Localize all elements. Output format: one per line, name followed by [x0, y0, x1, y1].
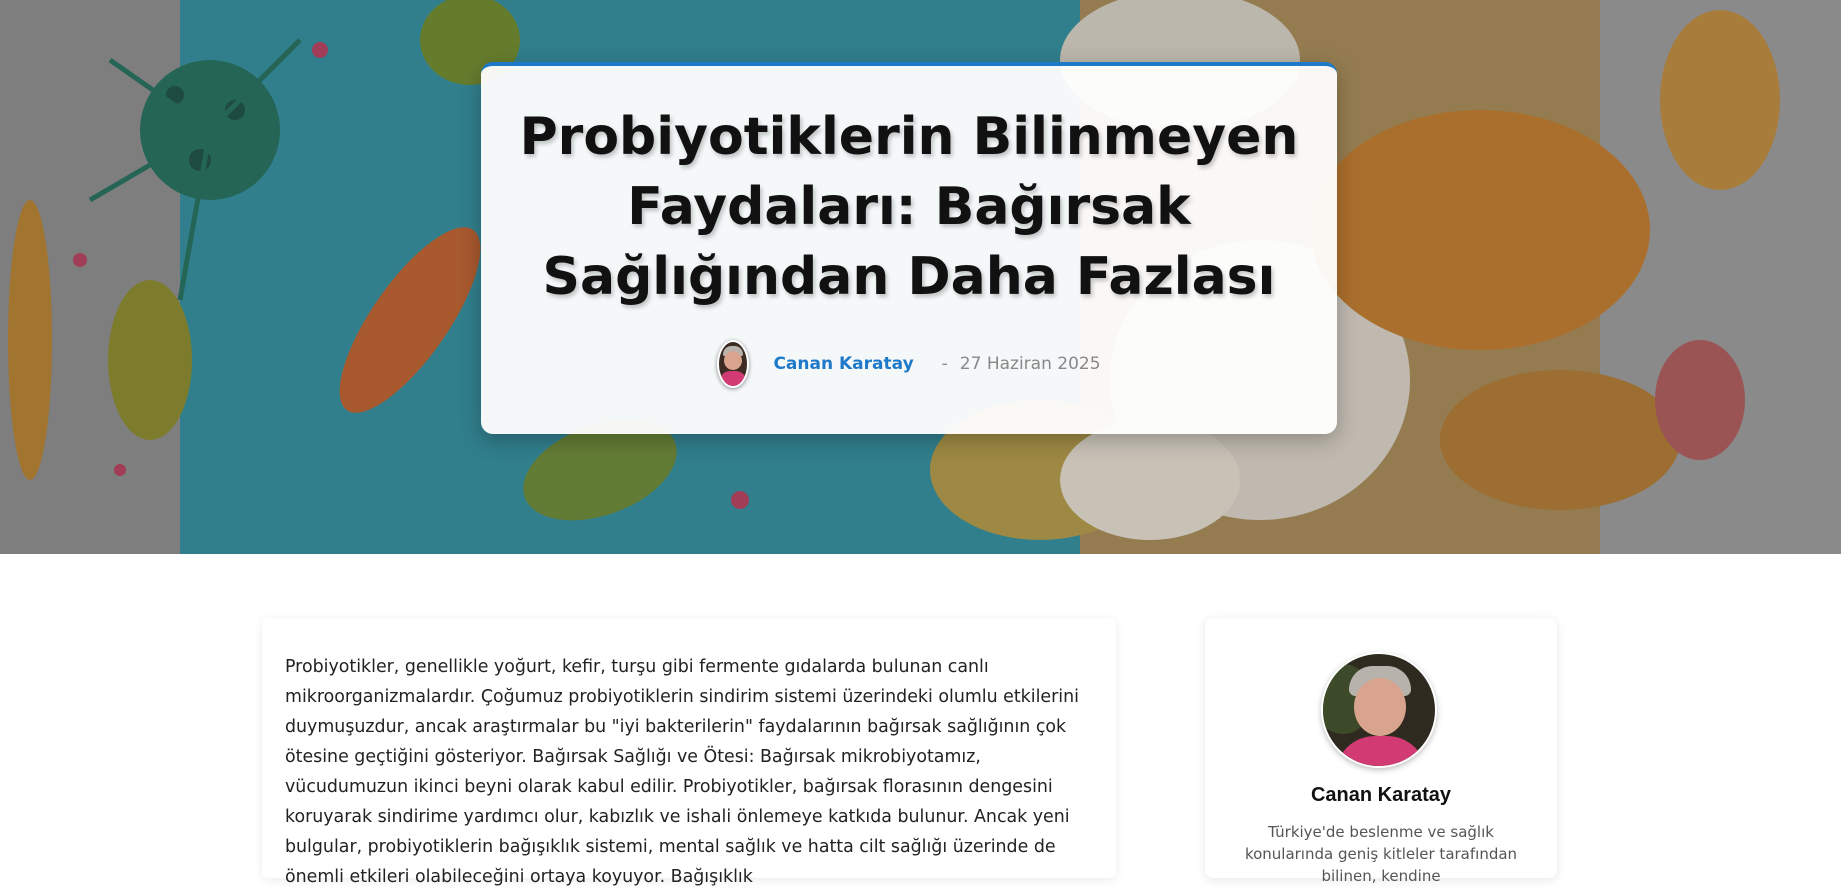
- title-card: Probiyotiklerin Bilinmeyen Faydaları: Ba…: [481, 62, 1337, 434]
- author-portrait[interactable]: [1321, 652, 1437, 768]
- article-body-card: Probiyotikler, genellikle yoğurt, kefir,…: [262, 618, 1116, 887]
- article-text: Probiyotikler, genellikle yoğurt, kefir,…: [285, 657, 1079, 887]
- article-title: Probiyotiklerin Bilinmeyen Faydaları: Ba…: [519, 107, 1299, 307]
- article-meta: Canan Karatay - 27 Haziran 2025: [481, 340, 1337, 388]
- author-avatar[interactable]: [717, 340, 750, 388]
- hero-banner: Probiyotiklerin Bilinmeyen Faydaları: Ba…: [0, 0, 1841, 554]
- meta-separator: -: [941, 354, 948, 374]
- author-sidebar-card: Canan Karatay Türkiye'de beslenme ve sağ…: [1205, 618, 1557, 885]
- author-bio: Türkiye'de beslenme ve sağlık konularınd…: [1244, 823, 1518, 885]
- publish-date: 27 Haziran 2025: [959, 354, 1101, 374]
- author-link[interactable]: Canan Karatay: [773, 354, 913, 374]
- author-name[interactable]: Canan Karatay: [1205, 784, 1557, 807]
